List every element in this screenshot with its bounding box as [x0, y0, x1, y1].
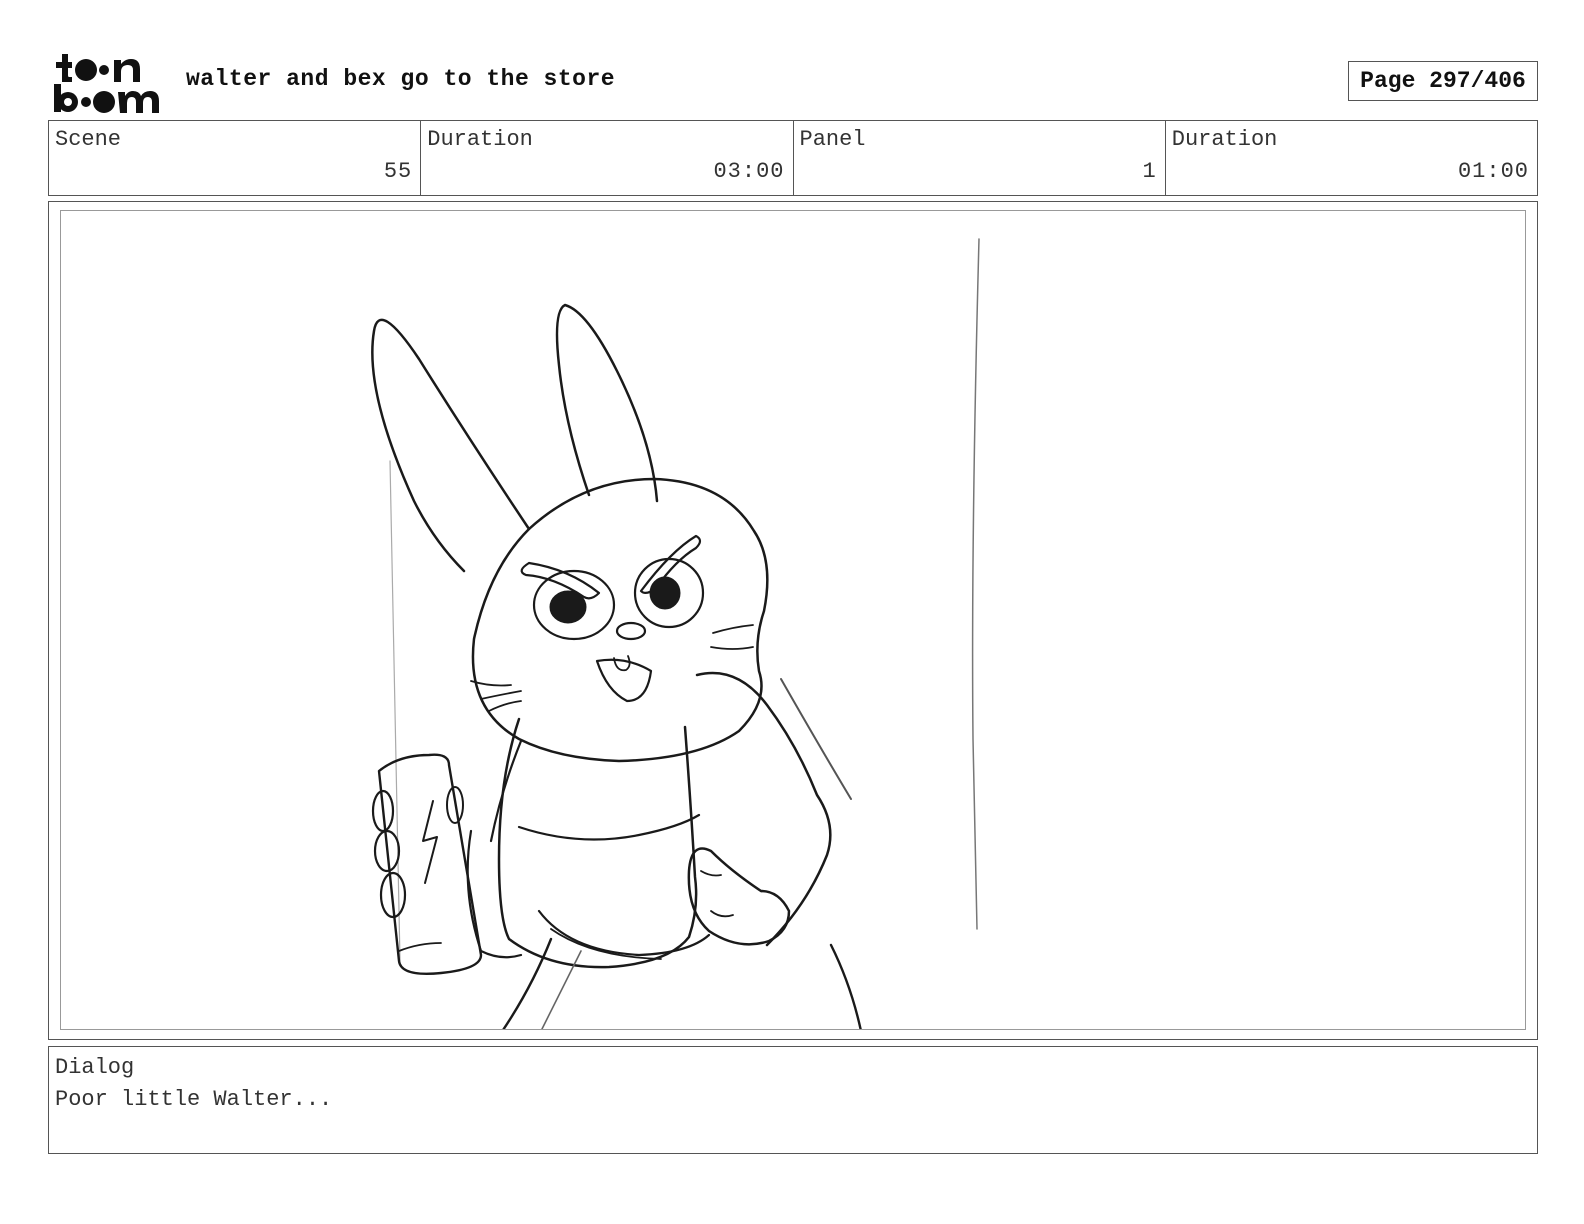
scene-duration-label: Duration: [427, 127, 533, 152]
rabbit-sketch: [371, 238, 980, 1029]
dialog-text: Poor little Walter...: [55, 1087, 333, 1112]
scene-value: 55: [383, 159, 413, 184]
storyboard-panel-frame: [48, 201, 1538, 1040]
scene-duration-cell: Duration 03:00: [421, 121, 794, 195]
panel-duration-label: Duration: [1171, 127, 1278, 152]
panel-info-row: Scene 55 Duration 03:00 Panel 1 Duration…: [48, 120, 1538, 196]
panel-duration-value: 01:00: [1457, 159, 1529, 184]
panel-value: 1: [1142, 159, 1157, 184]
project-title: walter and bex go to the store: [186, 66, 616, 92]
scene-duration-value: 03:00: [713, 159, 785, 184]
scene-label: Scene: [55, 127, 122, 152]
panel-duration-cell: Duration 01:00: [1166, 121, 1537, 195]
dialog-box: Dialog Poor little Walter...: [48, 1046, 1538, 1154]
panel-cell: Panel 1: [794, 121, 1166, 195]
panel-label: Panel: [799, 127, 866, 152]
page-number-label: Page 297/406: [1360, 68, 1526, 94]
scene-cell: Scene 55: [49, 121, 422, 195]
dialog-label: Dialog: [55, 1055, 135, 1080]
toon-boom-logo: [54, 54, 159, 113]
storyboard-panel: [60, 210, 1526, 1030]
page-number: Page 297/406: [1348, 61, 1538, 101]
